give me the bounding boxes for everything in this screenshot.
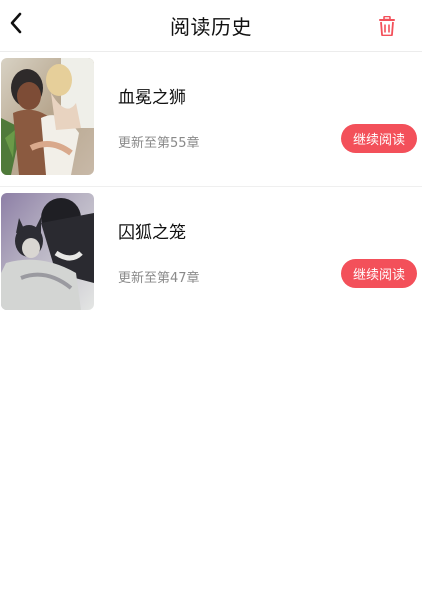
book-cover[interactable]	[1, 58, 94, 175]
top-bar: 阅读历史	[0, 0, 422, 52]
continue-reading-button[interactable]: 继续阅读	[341, 124, 417, 153]
history-list: 血冕之狮 更新至第55章 继续阅读 囚狐之笼 更新至第47章 继续阅读	[0, 52, 422, 327]
book-title[interactable]: 血冕之狮	[118, 83, 186, 108]
book-cover[interactable]	[1, 193, 94, 310]
update-status: 更新至第47章	[118, 271, 200, 286]
continue-reading-button[interactable]: 继续阅读	[341, 259, 417, 288]
clear-history-button[interactable]	[376, 15, 398, 37]
history-item[interactable]: 囚狐之笼 更新至第47章 继续阅读	[0, 187, 422, 327]
history-item[interactable]: 血冕之狮 更新至第55章 继续阅读	[0, 52, 422, 187]
book-title[interactable]: 囚狐之笼	[118, 218, 186, 243]
page-title: 阅读历史	[170, 15, 252, 39]
trash-icon	[379, 16, 395, 36]
update-status: 更新至第55章	[118, 136, 200, 151]
